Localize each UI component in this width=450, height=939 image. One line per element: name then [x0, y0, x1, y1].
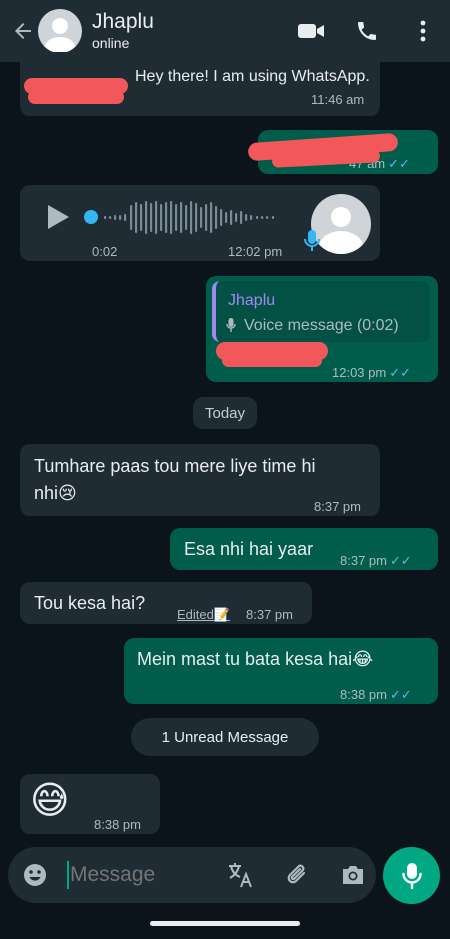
message-time: 8:37 pm [314, 499, 361, 514]
microphone-icon [401, 862, 422, 889]
voice-message-incoming[interactable]: 0:02 12:02 pm [20, 185, 380, 261]
message-text: Tou kesa hai? [34, 593, 146, 613]
message-text: nhi😢 [34, 483, 77, 503]
home-indicator[interactable] [150, 921, 300, 926]
message-text: Esa nhi hai yaar [184, 539, 314, 559]
message-time: 8:38 pm [94, 817, 141, 832]
more-options-icon[interactable] [406, 14, 440, 48]
message-outgoing[interactable]: Esa nhi hai yaar 8:37 pm ✓✓ [170, 528, 438, 570]
voice-duration: 0:02 [92, 244, 118, 259]
date-divider: Today [193, 397, 257, 429]
message-time: 8:38 pm ✓✓ [340, 687, 412, 702]
crying-emoji-icon: 😢 [58, 483, 77, 503]
message-incoming[interactable]: 😅 8:38 pm [20, 774, 160, 834]
memo-icon: 📝 [213, 607, 231, 622]
contact-info[interactable]: Jhaplu online [92, 10, 272, 52]
seek-handle[interactable] [84, 210, 98, 224]
unread-divider: 1 Unread Message [131, 718, 319, 756]
attachment-icon[interactable] [284, 861, 312, 889]
read-ticks-icon: ✓✓ [389, 365, 411, 380]
play-icon[interactable] [46, 204, 70, 237]
contact-name: Jhaplu [92, 10, 154, 33]
voice-record-button[interactable] [383, 847, 440, 904]
voice-call-icon[interactable] [350, 14, 384, 48]
message-time: 8:37 pm [246, 607, 293, 622]
camera-icon[interactable] [339, 861, 367, 889]
edited-label[interactable]: Edited📝 [177, 602, 230, 628]
redaction-mark [28, 90, 124, 104]
text-cursor [67, 861, 69, 889]
back-arrow-icon[interactable] [8, 16, 38, 46]
message-time: 12:02 pm [228, 244, 283, 259]
mic-badge-icon [304, 229, 320, 260]
sender-avatar [311, 194, 371, 254]
message-time: 11:46 am [311, 92, 365, 107]
quoted-sender: Jhaplu [228, 292, 276, 309]
translate-icon[interactable] [226, 860, 256, 890]
contact-status: online [92, 35, 130, 51]
message-incoming[interactable]: Tumhare paas tou mere liye time hi nhi😢 … [20, 444, 380, 516]
redaction-mark [222, 354, 322, 367]
message-time: 8:37 pm ✓✓ [340, 553, 412, 568]
mic-small-icon [226, 314, 236, 340]
message-composer [8, 847, 376, 903]
message-text: Mein mast tu bata kesa hai😂 [137, 649, 374, 669]
video-call-icon[interactable] [294, 14, 328, 48]
message-outgoing[interactable]: Mein mast tu bata kesa hai😂 8:38 pm ✓✓ [124, 638, 438, 704]
read-ticks-icon: ✓✓ [389, 687, 412, 702]
contact-avatar[interactable] [38, 9, 82, 53]
sweat-smile-emoji-icon: 😅 [30, 780, 70, 822]
message-time: 12:03 pm ✓✓ [332, 365, 411, 380]
emoji-icon[interactable] [21, 861, 49, 889]
waveform [104, 201, 275, 234]
read-ticks-icon: ✓✓ [389, 553, 412, 568]
laughing-emoji-icon: 😂 [352, 649, 374, 669]
quoted-message[interactable]: Jhaplu Voice message (0:02) [212, 281, 430, 342]
chat-area: Hey there! I am using WhatsApp. 11:46 am… [0, 52, 450, 842]
message-incoming[interactable]: Tou kesa hai? Edited📝 8:37 pm [20, 582, 312, 624]
read-ticks-icon: ✓✓ [388, 156, 410, 171]
message-input[interactable] [70, 858, 210, 892]
quoted-text: Voice message (0:02) [244, 317, 399, 334]
message-text: Tumhare paas tou mere liye time hi [34, 456, 316, 476]
